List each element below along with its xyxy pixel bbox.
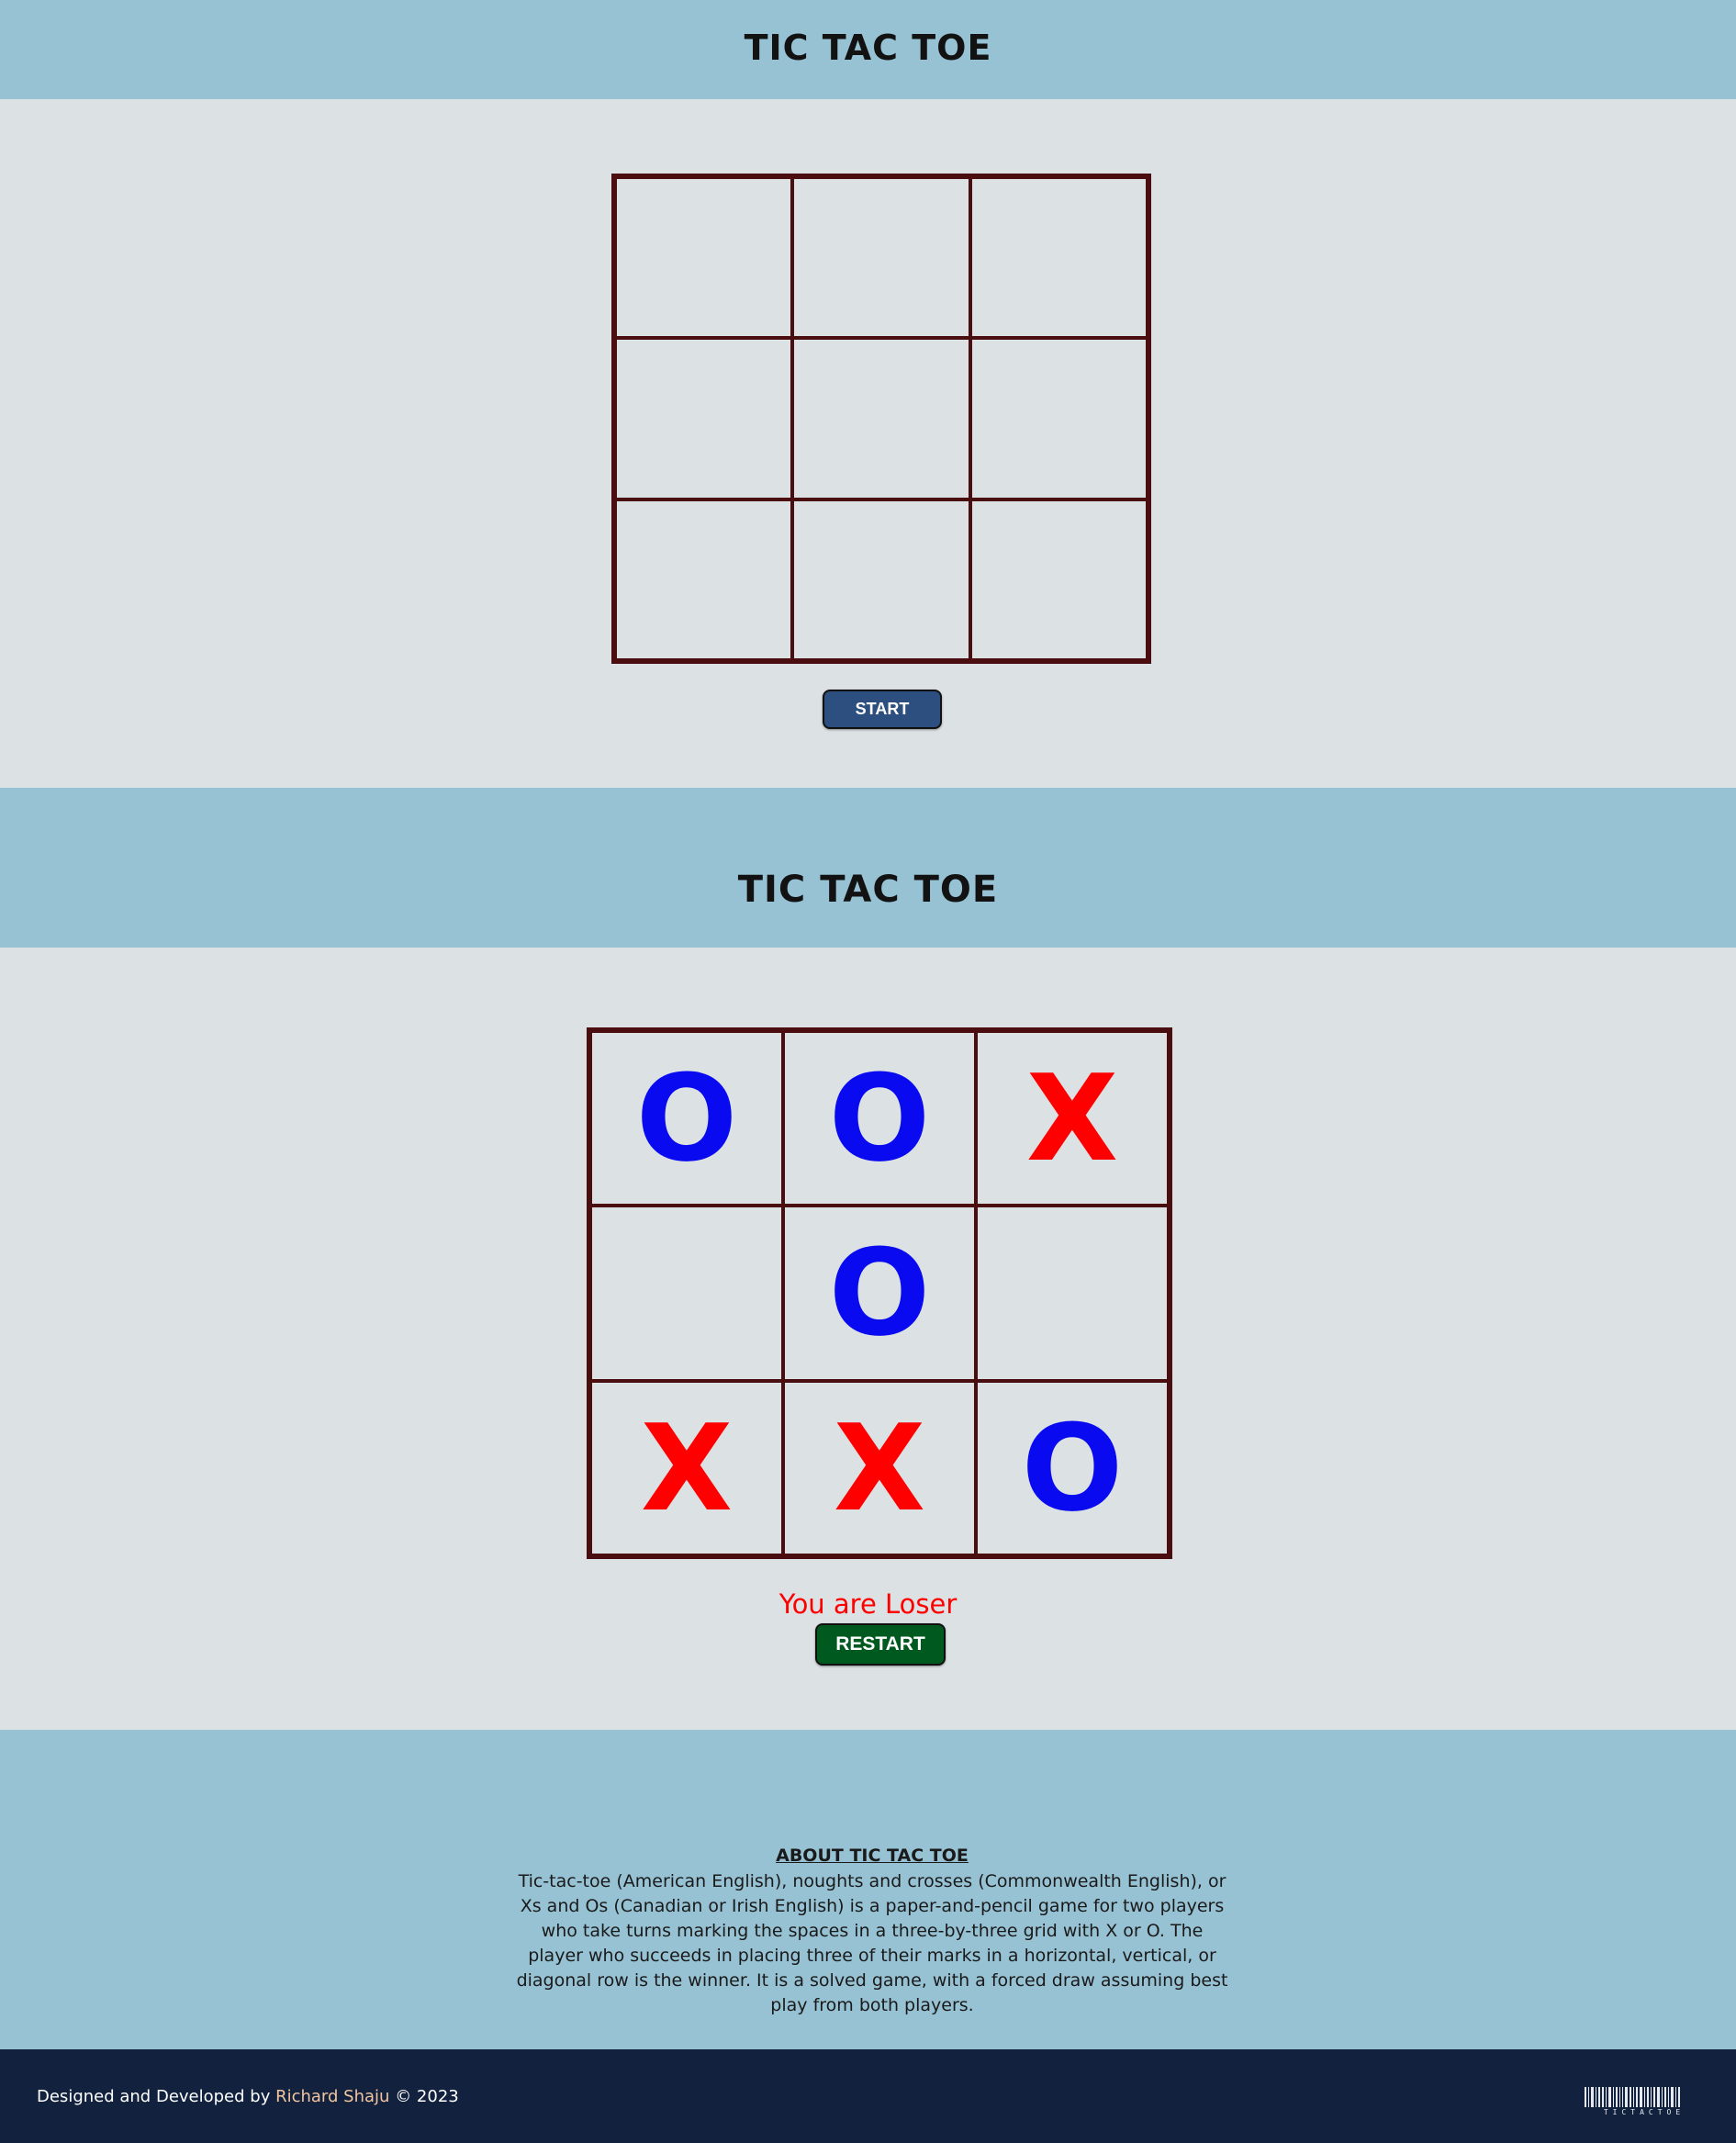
barcode-bar	[1636, 2087, 1638, 2107]
empty-board-cell-4[interactable]	[615, 338, 793, 499]
barcode-bar	[1644, 2087, 1645, 2107]
page-title: TIC TAC TOE	[744, 28, 992, 68]
barcode-bar	[1591, 2087, 1594, 2107]
barcode-bar	[1664, 2087, 1666, 2107]
about-heading: ABOUT TIC TAC TOE	[776, 1846, 969, 1866]
game-result-message: You are Loser	[778, 1588, 958, 1620]
barcode-bar	[1622, 2087, 1623, 2107]
barcode-bar	[1633, 2087, 1634, 2107]
barcode-bar	[1598, 2087, 1600, 2107]
barcode-bar	[1647, 2087, 1649, 2107]
empty-board-cell-3[interactable]	[969, 177, 1148, 339]
barcode-logo: TICTACTOE	[1585, 2087, 1704, 2118]
about-text: Tic-tac-toe (American English), noughts …	[516, 1871, 1228, 2015]
footer-prefix: Designed and Developed by	[37, 2087, 271, 2106]
barcode-bar	[1675, 2087, 1676, 2107]
restart-button[interactable]: RESTART	[815, 1623, 946, 1666]
empty-board-cell-2[interactable]	[792, 177, 970, 339]
barcode-icon	[1585, 2087, 1704, 2107]
empty-board-cell-8[interactable]	[792, 499, 970, 660]
empty-board-cell-6[interactable]	[969, 338, 1148, 499]
barcode-bar	[1625, 2087, 1628, 2107]
author-link[interactable]: Richard Shaju	[275, 2087, 389, 2106]
game-board-played: OOXOXXO	[587, 1027, 1172, 1559]
barcode-bar	[1640, 2087, 1642, 2107]
page-title-second: TIC TAC TOE	[737, 869, 999, 911]
barcode-bar	[1616, 2087, 1618, 2107]
played-board-cell-7[interactable]: X	[590, 1380, 783, 1555]
footer-credit: Designed and Developed by Richard Shaju …	[37, 2087, 459, 2106]
barcode-bar	[1606, 2087, 1607, 2107]
barcode-bar	[1668, 2087, 1669, 2107]
played-board-cell-5[interactable]: O	[783, 1206, 976, 1381]
barcode-logo-text: TICTACTOE	[1603, 2108, 1686, 2116]
barcode-bar	[1602, 2087, 1604, 2107]
played-board-cell-9[interactable]: O	[976, 1380, 1169, 1555]
about-section: ABOUT TIC TAC TOE Tic-tac-toe (American …	[514, 1846, 1230, 2018]
barcode-bar	[1678, 2087, 1680, 2107]
played-board-cell-3[interactable]: X	[976, 1031, 1169, 1206]
played-board-cell-1[interactable]: O	[590, 1031, 783, 1206]
barcode-bar	[1630, 2087, 1631, 2107]
played-board-cell-6[interactable]	[976, 1206, 1169, 1381]
barcode-bar	[1662, 2087, 1663, 2107]
barcode-bar	[1653, 2087, 1655, 2107]
header-band-middle	[0, 788, 1736, 948]
footer-copyright: © 2023	[395, 2087, 459, 2106]
empty-board-cell-7[interactable]	[615, 499, 793, 660]
empty-board-cell-1[interactable]	[615, 177, 793, 339]
barcode-bar	[1608, 2087, 1611, 2107]
played-board-cell-2[interactable]: O	[783, 1031, 976, 1206]
game-board-empty	[611, 174, 1151, 664]
start-button[interactable]: START	[823, 690, 942, 729]
played-board-cell-8[interactable]: X	[783, 1380, 976, 1555]
barcode-bar	[1613, 2087, 1614, 2107]
barcode-bar	[1619, 2087, 1620, 2107]
barcode-bar	[1588, 2087, 1589, 2107]
barcode-bar	[1585, 2087, 1586, 2107]
empty-board-cell-5[interactable]	[792, 338, 970, 499]
played-board-cell-4[interactable]	[590, 1206, 783, 1381]
empty-board-cell-9[interactable]	[969, 499, 1148, 660]
barcode-bar	[1657, 2087, 1660, 2107]
barcode-bar	[1671, 2087, 1674, 2107]
barcode-bar	[1651, 2087, 1652, 2107]
